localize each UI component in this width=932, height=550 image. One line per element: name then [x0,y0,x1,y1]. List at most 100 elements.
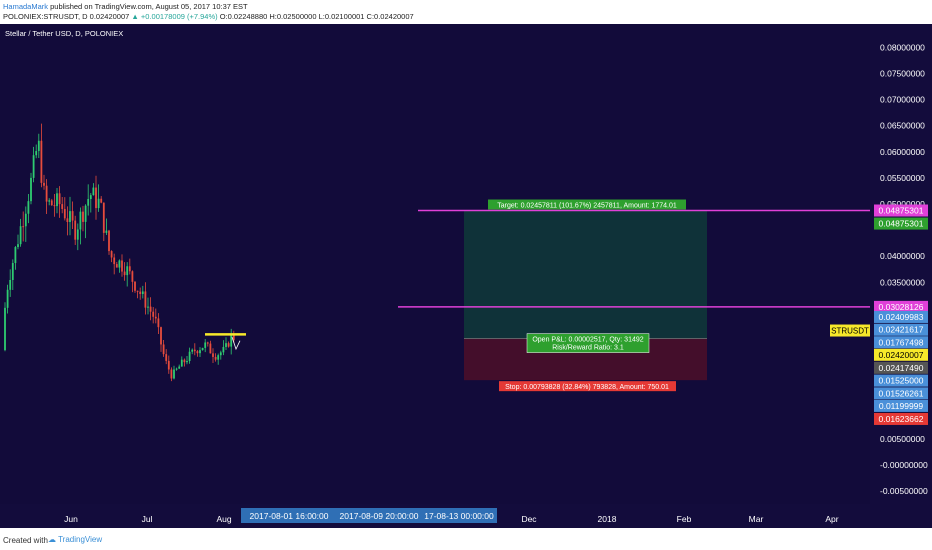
candle-body [123,271,126,276]
candle-body [92,187,95,196]
candle-body [53,205,56,207]
candle-body [22,226,25,228]
symbol-tag-label: STRUSDT [831,327,869,336]
author-link[interactable]: HamadaMark [3,2,48,11]
candle-body [108,230,110,252]
footer: Created with ☁ TradingView [0,530,932,550]
candle-body [204,342,207,348]
candle-body [32,155,35,178]
candle-body [170,369,173,379]
candle-body [136,290,139,292]
candle-body [115,264,118,268]
y-tick-label: 0.06000000 [880,147,925,157]
candle-body [35,151,38,156]
chart-header: HamadaMark published on TradingView.com,… [0,0,932,24]
price-tag-label: 0.02409983 [879,312,924,322]
y-tick-label: 0.03500000 [880,277,925,287]
price-tag-label: 0.04875301 [879,219,924,229]
tradingview-logo[interactable]: ☁ TradingView [48,535,102,544]
candle-body [4,307,6,351]
x-tick-label: Apr [825,514,838,524]
stop-label: Stop: 0.00793828 (32.84%) 793828, Amount… [505,384,669,391]
x-tick-label: Dec [521,514,537,524]
candle-body [209,343,212,354]
candle-body [74,220,77,240]
publish-text: published on TradingView.com, August 05,… [50,2,248,11]
candle-body [206,342,209,344]
candle-body [100,198,103,203]
candle-body [11,263,14,280]
candle-body [141,291,144,294]
price-change: ▲ +0.00178009 (+7.94%) [131,12,218,21]
price-tag-label: 0.02421617 [879,325,924,335]
x-tick-label: Mar [749,514,764,524]
candle-body [191,349,194,352]
chart-area[interactable]: Stellar / Tether USD, D, POLONIEX 0.0800… [0,24,932,528]
x-highlight-label: 17-08-13 00:00:00 [424,511,494,521]
candle-body [14,247,17,264]
candle-body [48,200,51,202]
candle-body [76,229,79,240]
candle-body [157,318,160,328]
candle-body [40,140,43,183]
target-label: Target: 0.02457811 (101.67%) 2457811, Am… [497,203,677,210]
candle-body [66,218,69,222]
candle-body [61,204,64,209]
price-tag-label: 0.01199999 [879,401,924,411]
candle-body [225,343,227,347]
candle-body [152,311,155,317]
long-position-tool[interactable]: Target: 0.02457811 (101.67%) 2457811, Am… [464,199,707,392]
candle-body [131,271,134,282]
candle-body [95,187,97,209]
candle-body [79,211,82,230]
candle-body [84,205,87,222]
candle-body [58,193,61,205]
price-tag-label: 0.01526261 [879,388,924,398]
candle-body [43,182,45,186]
price-chart[interactable]: Stellar / Tether USD, D, POLONIEX 0.0800… [0,24,932,528]
y-tick-label: 0.07000000 [880,95,925,105]
candle-body [110,251,113,258]
candle-body [19,226,22,245]
y-tick-label: 0.07500000 [880,69,925,79]
candle-body [102,202,105,233]
y-tick-label: 0.05500000 [880,173,925,183]
candle-body [160,327,162,345]
candle-body [188,351,191,361]
candle-body [222,346,225,353]
candle-body [144,291,147,308]
y-tick-label: -0.00500000 [880,486,928,496]
candle-body [154,316,157,319]
candle-body [139,291,142,294]
x-tick-label: Feb [677,514,692,524]
candle-body [87,198,90,206]
candle-body [183,359,186,363]
x-tick-label: Jun [64,514,78,524]
candle-body [37,140,40,152]
candle-body [149,306,152,312]
candle-body [63,208,66,219]
candle-body [162,344,165,355]
candle-body [30,177,32,202]
candle-body [128,266,131,272]
candle-body [165,354,168,361]
candle-body [212,353,214,357]
candle-body [24,213,27,227]
x-tick-label: 2018 [598,514,617,524]
price-tag-label: 0.04875301 [879,206,924,216]
x-highlight-label: 2017-08-01 16:00:00 [250,511,329,521]
profit-zone [464,210,707,339]
candle-body [71,211,74,221]
symbol-line: POLONIEX:STRUSDT, D 0.02420007 ▲ +0.0017… [3,12,414,21]
candle-body [105,230,108,233]
candle-body [186,360,188,363]
candle-body [27,201,30,214]
candle-body [178,366,181,369]
chart-title: Stellar / Tether USD, D, POLONIEX [5,29,123,38]
x-tick-label: Aug [216,514,231,524]
ohlc-values: O:0.02248880 H:0.02500000 L:0.02100001 C… [219,12,414,21]
candle-body [69,211,71,222]
candle-body [175,368,178,370]
candle-body [147,306,149,308]
risk-reward-label: Risk/Reward Ratio: 3.1 [552,345,624,352]
